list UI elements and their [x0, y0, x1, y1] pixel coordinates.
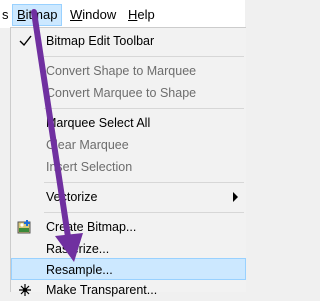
- menu-item-convert-shape-to-marquee[interactable]: Convert Shape to Marquee: [11, 60, 246, 82]
- bitmap-menu-dropdown: Bitmap Edit Toolbar Convert Shape to Mar…: [10, 27, 246, 297]
- menu-item-create-bitmap[interactable]: Create Bitmap...: [11, 216, 246, 238]
- create-bitmap-icon: [17, 220, 31, 234]
- menu-item-label: Bitmap Edit Toolbar: [46, 34, 155, 48]
- menu-window[interactable]: Window: [66, 5, 120, 25]
- menu-window-rest: indow: [82, 7, 117, 22]
- menu-item-label: Create Bitmap...: [46, 220, 137, 234]
- menu-bitmap-accel: B: [17, 7, 26, 22]
- menu-item-label: Clear Marquee: [46, 138, 129, 152]
- menu-help-rest: elp: [137, 7, 155, 22]
- menu-item-marquee-select-all[interactable]: Marquee Select All: [11, 112, 246, 134]
- menu-item-clear-marquee[interactable]: Clear Marquee: [11, 134, 246, 156]
- menu-item-label: Convert Marquee to Shape: [46, 86, 197, 100]
- menu-help-accel: H: [128, 7, 138, 22]
- submenu-arrow-icon: [233, 192, 238, 202]
- menu-item-bitmap-edit-toolbar[interactable]: Bitmap Edit Toolbar: [11, 30, 246, 52]
- menu-item-label: Marquee Select All: [46, 116, 151, 130]
- checkmark-icon: [19, 35, 32, 47]
- menu-bitmap[interactable]: Bitmap: [12, 4, 63, 26]
- menu-item-label: Resample...: [46, 263, 113, 277]
- menu-separator: [44, 182, 244, 183]
- menu-bitmap-rest: itmap: [25, 7, 58, 22]
- menu-item-label: Insert Selection: [46, 160, 133, 174]
- make-transparent-icon: [19, 284, 31, 296]
- menu-item-vectorize[interactable]: Vectorize: [11, 186, 246, 208]
- menu-item-label: Vectorize: [46, 190, 98, 204]
- menu-item-insert-selection[interactable]: Insert Selection: [11, 156, 246, 178]
- menu-item-label: Convert Shape to Marquee: [46, 64, 197, 78]
- menu-item-rasterize[interactable]: Rasterize...: [11, 238, 246, 260]
- menu-separator: [44, 212, 244, 213]
- menu-separator: [44, 108, 244, 109]
- menu-window-accel: W: [70, 7, 83, 22]
- menu-help[interactable]: Help: [124, 5, 159, 25]
- menu-separator: [44, 56, 244, 57]
- menu-item-make-transparent[interactable]: Make Transparent...: [11, 279, 246, 301]
- menu-item-label: Rasterize...: [46, 242, 110, 256]
- menu-item-convert-marquee-to-shape[interactable]: Convert Marquee to Shape: [11, 82, 246, 104]
- menu-item-label: Make Transparent...: [46, 283, 158, 297]
- menu-partial[interactable]: s: [0, 5, 13, 25]
- menubar: s Bitmap Window Help: [0, 0, 245, 28]
- menu-item-resample[interactable]: Resample...: [11, 258, 246, 280]
